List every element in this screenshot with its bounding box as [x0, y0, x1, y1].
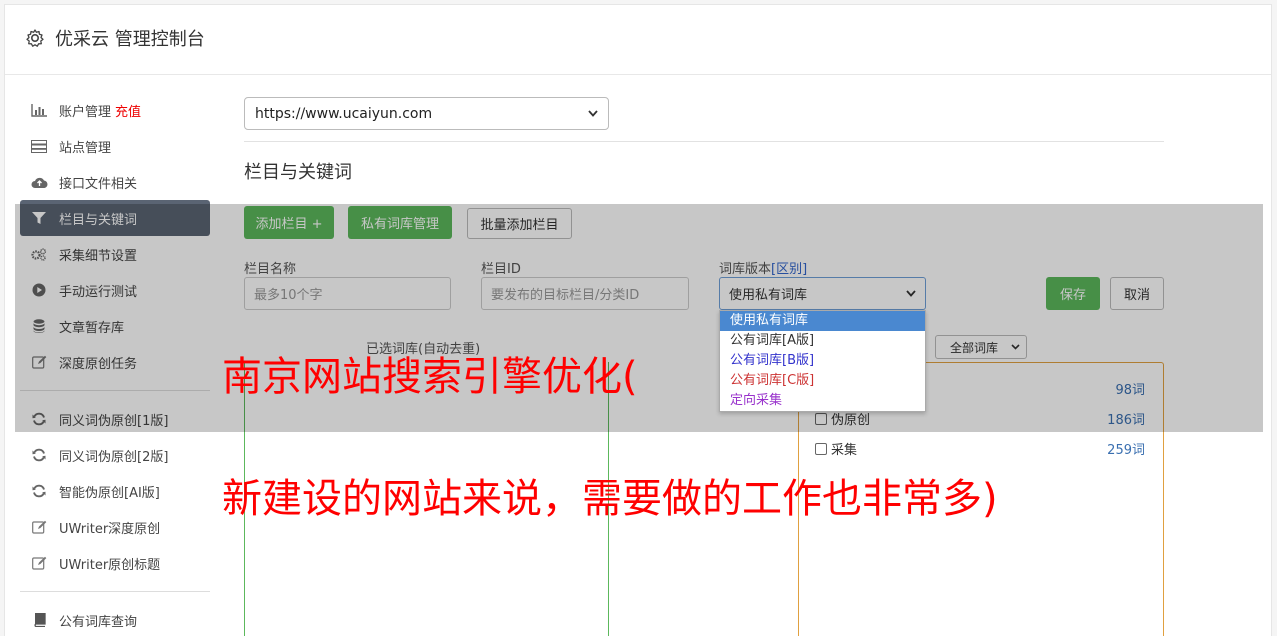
header: 优采云 管理控制台 — [5, 5, 1271, 75]
sidebar-item-label: 接口文件相关 — [59, 176, 138, 192]
sidebar-item-label: 账户管理 — [59, 104, 112, 120]
divider — [244, 141, 1164, 142]
gear-icon — [26, 29, 44, 47]
sidebar-item-uwriter-title[interactable]: UWriter原创标题 — [20, 545, 210, 581]
category-row[interactable]: 采集 259词 — [815, 439, 1145, 458]
recharge-link[interactable]: 充值 — [115, 101, 141, 120]
sidebar-item-label: 公有词库查询 — [59, 614, 138, 630]
dropdown-option[interactable]: 定向采集 — [720, 391, 925, 411]
edit-icon — [30, 556, 48, 570]
dropdown-option[interactable]: 公有词库[B版] — [720, 351, 925, 371]
bar-chart-icon — [30, 103, 48, 117]
sidebar-divider — [20, 591, 210, 592]
book-icon — [30, 613, 48, 627]
refresh-icon — [30, 484, 48, 498]
category-label: 采集 — [831, 443, 858, 458]
chevron-down-icon — [588, 110, 598, 117]
refresh-icon — [30, 448, 48, 462]
watermark-line-2: 新建设的网站来说，需要做的工作也非常多) — [222, 476, 998, 522]
dropdown-option[interactable]: 公有词库[A版] — [720, 331, 925, 351]
sidebar-item-uwriter-deep[interactable]: UWriter深度原创 — [20, 509, 210, 545]
sidebar-item-sites[interactable]: 站点管理 — [20, 128, 210, 164]
watermark-line-1: 南京网站搜索引擎优化( — [222, 354, 638, 400]
dropdown-option[interactable]: 使用私有词库 — [720, 311, 925, 331]
sidebar-item-label: 站点管理 — [59, 140, 112, 156]
lib-version-dropdown: 使用私有词库 公有词库[A版] 公有词库[B版] 公有词库[C版] 定向采集 — [719, 310, 926, 412]
category-count: 259词 — [1107, 443, 1145, 458]
cloud-upload-icon — [30, 175, 48, 189]
dropdown-option[interactable]: 公有词库[C版] — [720, 371, 925, 391]
sidebar-item-label: 智能伪原创[AI版] — [59, 485, 160, 501]
server-icon — [30, 139, 48, 153]
site-select[interactable]: https://www.ucaiyun.com — [244, 97, 609, 130]
sidebar-item-account[interactable]: 账户管理 充值 — [20, 92, 210, 128]
sidebar-item-ai-rewrite[interactable]: 智能伪原创[AI版] — [20, 473, 210, 509]
sidebar-item-label: 同义词伪原创[2版] — [59, 449, 169, 465]
category-checkbox[interactable] — [815, 443, 827, 455]
edit-icon — [30, 520, 48, 534]
app-title: 优采云 管理控制台 — [55, 29, 205, 50]
sidebar-item-synonym-v2[interactable]: 同义词伪原创[2版] — [20, 437, 210, 473]
modal-overlay — [15, 204, 1263, 432]
sidebar-item-label: UWriter深度原创 — [59, 521, 161, 537]
sidebar-item-api-files[interactable]: 接口文件相关 — [20, 164, 210, 200]
site-select-value: https://www.ucaiyun.com — [255, 105, 433, 122]
sidebar-item-label: UWriter原创标题 — [59, 557, 161, 573]
section-title: 栏目与关键词 — [244, 162, 352, 183]
sidebar-item-public-lib-query[interactable]: 公有词库查询 — [20, 602, 210, 636]
page-title: 优采云 管理控制台 — [25, 25, 205, 51]
